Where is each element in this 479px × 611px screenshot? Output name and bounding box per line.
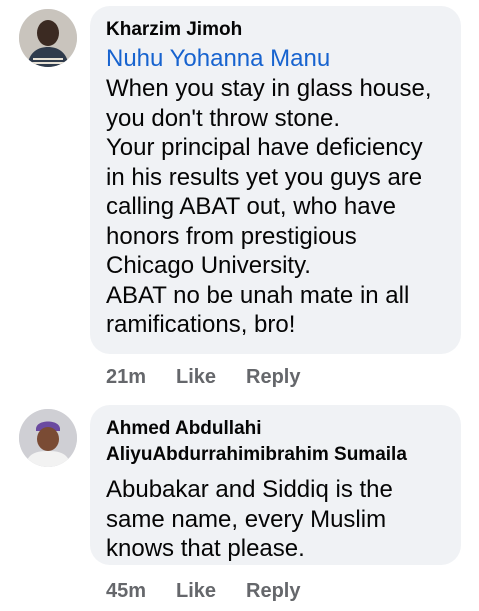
- mention-link[interactable]: AliyuAbdurrahimibrahim Sumaila: [106, 443, 445, 467]
- reply-button[interactable]: Reply: [246, 580, 300, 603]
- comment-author[interactable]: Ahmed Abdullahi: [106, 417, 445, 441]
- comment-text: When you stay in glass house, you don't …: [106, 75, 432, 338]
- comment-timestamp[interactable]: 21m: [106, 366, 176, 389]
- comment-text: Abubakar and Siddiq is the same name, ev…: [106, 476, 393, 562]
- comment-actions: 21m Like Reply: [106, 366, 300, 389]
- comment-bubble: Ahmed Abdullahi AliyuAbdurrahimibrahim S…: [90, 405, 461, 565]
- like-button[interactable]: Like: [176, 366, 246, 389]
- like-button[interactable]: Like: [176, 580, 246, 603]
- comment-bubble: Kharzim Jimoh Nuhu Yohanna Manu When you…: [90, 6, 461, 354]
- mention-link[interactable]: Nuhu Yohanna Manu: [106, 44, 445, 74]
- avatar[interactable]: [19, 409, 77, 467]
- comment-actions: 45m Like Reply: [106, 580, 300, 603]
- comment-timestamp[interactable]: 45m: [106, 580, 176, 603]
- avatar[interactable]: [19, 9, 77, 67]
- comment-author[interactable]: Kharzim Jimoh: [106, 18, 445, 42]
- profile-photo-icon: [19, 9, 77, 67]
- profile-photo-icon: [19, 409, 77, 467]
- reply-button[interactable]: Reply: [246, 366, 300, 389]
